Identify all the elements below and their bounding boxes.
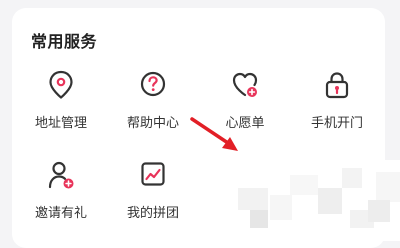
service-address-management[interactable]: 地址管理 xyxy=(16,70,106,140)
service-phone-unlock[interactable]: 手机开门 xyxy=(292,70,382,140)
wishlist-heart-icon xyxy=(232,70,258,100)
lock-door-icon xyxy=(324,70,350,100)
redaction-mosaic xyxy=(230,160,400,241)
invite-user-icon xyxy=(48,160,74,190)
service-label: 邀请有礼 xyxy=(34,206,87,221)
service-my-group-buy[interactable]: 我的拼团 xyxy=(108,160,198,230)
group-buy-chart-icon xyxy=(140,160,166,190)
help-question-icon xyxy=(140,70,166,100)
annotation-arrow-icon xyxy=(188,115,248,155)
service-label: 手机开门 xyxy=(310,116,363,131)
service-invite-reward[interactable]: 邀请有礼 xyxy=(16,160,106,230)
service-label: 帮助中心 xyxy=(126,116,179,131)
location-pin-icon xyxy=(48,70,74,100)
section-title: 常用服务 xyxy=(31,32,98,51)
service-label: 我的拼团 xyxy=(126,206,179,221)
service-help-center[interactable]: 帮助中心 xyxy=(108,70,198,140)
service-label: 地址管理 xyxy=(34,116,87,131)
